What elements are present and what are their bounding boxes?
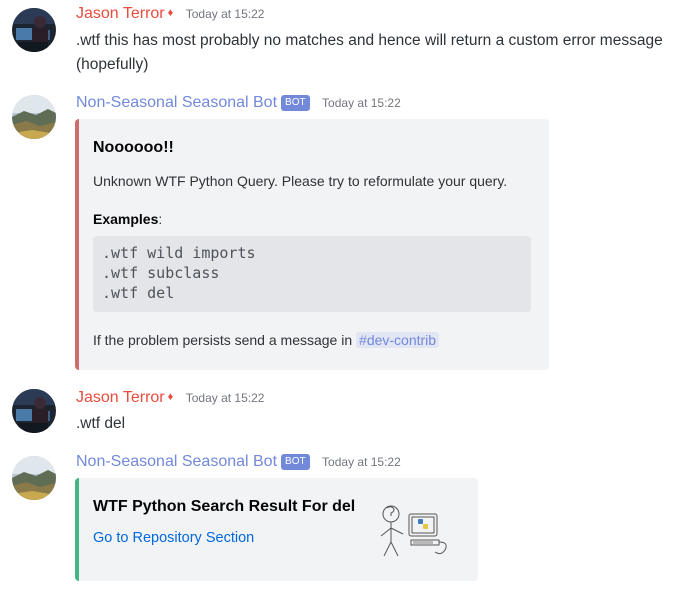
code-line: .wtf del bbox=[102, 284, 175, 302]
message-jason-1: Jason Terror ♦ Today at 15:22 .wtf this h… bbox=[0, 0, 689, 90]
avatar[interactable] bbox=[12, 8, 56, 52]
username[interactable]: Jason Terror bbox=[76, 5, 165, 22]
examples-colon: : bbox=[158, 211, 163, 227]
embed-accent-bar bbox=[75, 478, 79, 581]
avatar[interactable] bbox=[12, 389, 56, 433]
message-content: .wtf this has most probably no matches a… bbox=[76, 32, 663, 73]
code-line: .wtf subclass bbox=[102, 264, 220, 282]
examples-label: Examples bbox=[93, 211, 159, 227]
bot-tag: BOT bbox=[281, 454, 310, 470]
diamond-icon: ♦ bbox=[167, 7, 174, 19]
avatar[interactable] bbox=[12, 456, 56, 500]
code-line: .wtf wild imports bbox=[102, 244, 256, 262]
username[interactable]: Non-Seasonal Seasonal Bot bbox=[76, 94, 277, 111]
message-jason-2: Jason Terror ♦ Today at 15:22 .wtf del bbox=[0, 380, 689, 450]
username[interactable]: Jason Terror bbox=[76, 389, 165, 406]
timestamp: Today at 15:22 bbox=[322, 455, 401, 469]
bot-tag: BOT bbox=[281, 95, 310, 111]
message-bot-2: Non-Seasonal Seasonal Bot BOT Today at 15… bbox=[0, 450, 689, 596]
embed-title: Noooooo!! bbox=[93, 139, 174, 156]
embed-description: Unknown WTF Python Query. Please try to … bbox=[93, 173, 508, 189]
message-content: .wtf del bbox=[76, 415, 126, 432]
examples-heading: Examples: bbox=[93, 211, 162, 227]
channel-mention[interactable]: #dev-contrib bbox=[356, 332, 440, 348]
timestamp: Today at 15:22 bbox=[322, 96, 401, 110]
diamond-icon: ♦ bbox=[167, 391, 174, 403]
error-embed: Noooooo!! Unknown WTF Python Query. Plea… bbox=[75, 119, 549, 370]
timestamp: Today at 15:22 bbox=[185, 391, 265, 405]
embed-accent-bar bbox=[75, 119, 79, 370]
username[interactable]: Non-Seasonal Seasonal Bot bbox=[76, 453, 277, 470]
code-block[interactable]: .wtf wild imports .wtf subclass .wtf del bbox=[93, 236, 531, 312]
embed-footer-text: If the problem persists send a message i… bbox=[93, 332, 440, 348]
message-bot-1: Non-Seasonal Seasonal Bot BOT Today at 15… bbox=[0, 90, 689, 380]
repository-link[interactable]: Go to Repository Section bbox=[93, 530, 254, 546]
embed-thumbnail[interactable] bbox=[377, 502, 457, 562]
footer-prefix: If the problem persists send a message i… bbox=[93, 332, 357, 348]
timestamp: Today at 15:22 bbox=[185, 7, 265, 21]
avatar[interactable] bbox=[12, 95, 56, 139]
embed-title: WTF Python Search Result For del bbox=[93, 498, 356, 515]
result-embed: WTF Python Search Result For del Go to R… bbox=[75, 478, 478, 581]
